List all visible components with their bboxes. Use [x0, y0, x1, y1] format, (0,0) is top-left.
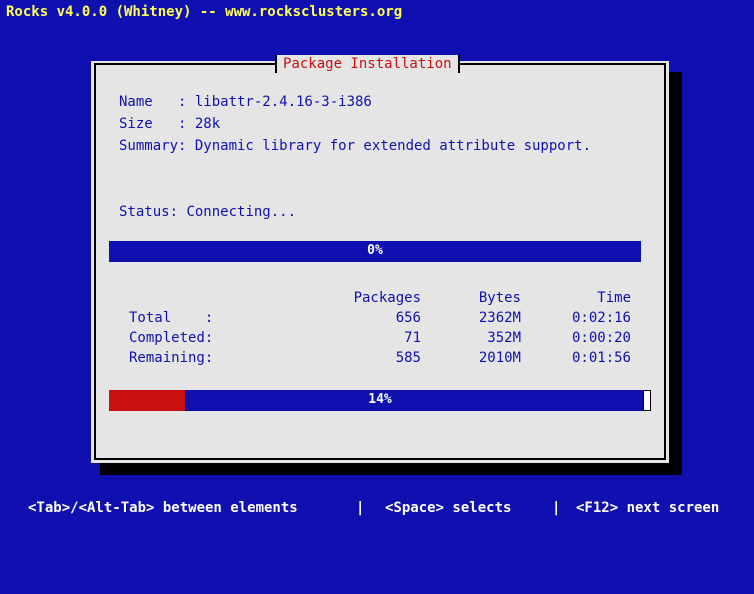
status-label: Status: — [119, 204, 187, 220]
status-value: Connecting... — [186, 204, 297, 220]
dialog-title: Package Installation — [275, 55, 460, 73]
status-row: Status: Connecting... — [119, 203, 296, 221]
summary-label: Summary: — [119, 138, 195, 154]
row-completed-bytes: 352M — [487, 330, 521, 346]
summary-value: Dynamic library for extended attribute s… — [194, 138, 592, 154]
hint-separator: | — [552, 500, 561, 516]
header-packages: Packages — [353, 290, 421, 306]
size-label: Size : — [119, 116, 195, 132]
row-completed-packages: 71 — [404, 330, 421, 346]
row-total-label: Total : — [129, 310, 214, 326]
name-row: Name : libattr-2.4.16-3-i386 — [119, 93, 372, 111]
progress-bar-endcap — [643, 390, 651, 411]
header-bytes: Bytes — [478, 290, 521, 306]
row-completed-label: Completed: — [129, 330, 214, 346]
name-value: libattr-2.4.16-3-i386 — [194, 94, 372, 110]
window-title: Rocks v4.0.0 (Whitney) -- www.rocksclust… — [6, 4, 403, 20]
package-progress-bar: 0% — [109, 241, 641, 262]
row-remaining-packages: 585 — [395, 350, 421, 366]
row-total-bytes: 2362M — [478, 310, 521, 326]
key-hints-bar: <Tab>/<Alt-Tab> between elements | <Spac… — [0, 498, 754, 519]
row-completed-time: 0:00:20 — [571, 330, 631, 346]
overall-progress-label: 14% — [368, 392, 392, 407]
package-progress-label: 0% — [367, 243, 383, 258]
size-row: Size : 28k — [119, 115, 220, 133]
package-installation-dialog: Package Installation Name : libattr-2.4.… — [91, 55, 669, 463]
overall-progress-bar: 14% — [109, 390, 651, 411]
name-label: Name : — [119, 94, 195, 110]
row-remaining-bytes: 2010M — [478, 350, 521, 366]
hint-space-selects: <Space> selects — [385, 500, 512, 516]
row-total-time: 0:02:16 — [571, 310, 631, 326]
summary-row: Summary: Dynamic library for extended at… — [119, 137, 591, 155]
row-remaining-label: Remaining: — [129, 350, 214, 366]
row-remaining-time: 0:01:56 — [571, 350, 631, 366]
size-value: 28k — [194, 116, 221, 132]
hint-tab-navigation: <Tab>/<Alt-Tab> between elements — [28, 500, 298, 516]
header-time: Time — [597, 290, 631, 306]
hint-separator: | — [356, 500, 365, 516]
row-total-packages: 656 — [395, 310, 421, 326]
hint-f12-next-screen: <F12> next screen — [576, 500, 720, 516]
